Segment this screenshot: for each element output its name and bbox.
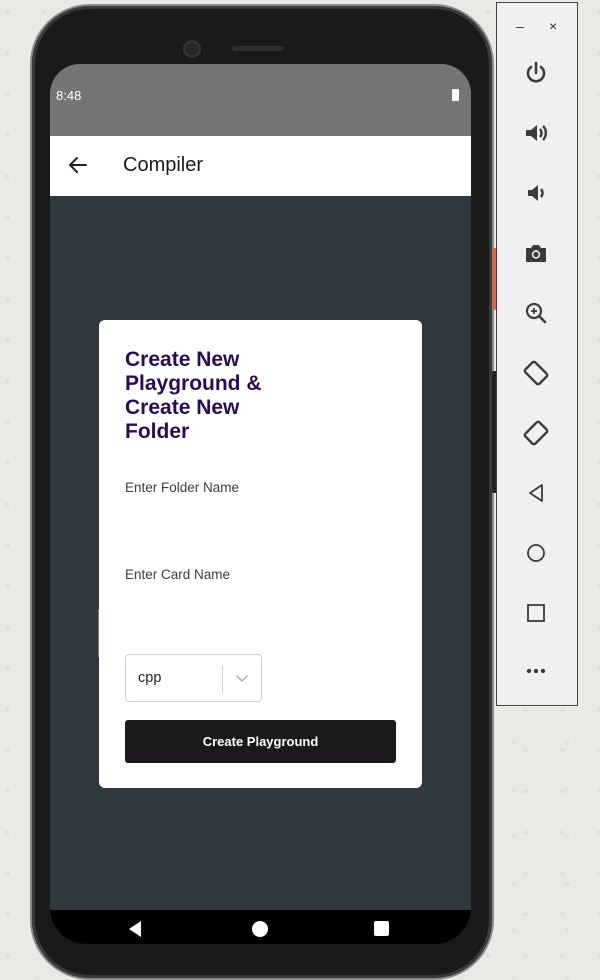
- folder-name-label: Enter Folder Name: [125, 480, 240, 495]
- earpiece-speaker: [232, 46, 284, 51]
- volume-up-button[interactable]: [518, 115, 554, 151]
- camera-icon: [526, 245, 546, 262]
- app-title: Compiler: [123, 154, 204, 176]
- dialog-title-line: Folder: [125, 420, 190, 443]
- volume-down-icon: [528, 185, 544, 201]
- phone-screen: 8:48 Compiler Create New Playground & Cr…: [50, 64, 471, 944]
- phone-frame: 8:48 Compiler Create New Playground & Cr…: [32, 6, 497, 978]
- emulator-back-button[interactable]: [518, 475, 554, 511]
- rotate-right-button[interactable]: [518, 415, 554, 451]
- chevron-down-icon[interactable]: [235, 672, 249, 684]
- more-button[interactable]: [518, 653, 554, 689]
- dialog-title: Create New Playground & Create New Folde…: [125, 348, 305, 444]
- dialog-title-line: Create New: [125, 396, 240, 419]
- dialog-title-line: Playground &: [125, 372, 262, 395]
- emulator-home-button[interactable]: [518, 535, 554, 571]
- battery-icon: [452, 89, 459, 101]
- volume-down-button[interactable]: [518, 175, 554, 211]
- emulator-toolbar: – ×: [496, 2, 578, 706]
- more-icon: [526, 668, 546, 674]
- back-arrow-icon[interactable]: [66, 150, 92, 180]
- select-separator: [222, 665, 223, 693]
- create-playground-dialog: Create New Playground & Create New Folde…: [99, 320, 422, 788]
- volume-up-icon: [526, 125, 548, 141]
- back-icon: [529, 484, 543, 502]
- navigation-bar: [50, 910, 471, 944]
- zoom-icon: [525, 302, 547, 324]
- recents-square-icon[interactable]: [374, 921, 389, 936]
- card-name-input[interactable]: [125, 587, 395, 631]
- zoom-button[interactable]: [518, 295, 554, 331]
- status-time: 8:48: [56, 88, 82, 103]
- create-playground-button[interactable]: Create Playground: [125, 720, 396, 763]
- status-bar: 8:48: [50, 64, 471, 136]
- power-button[interactable]: [518, 55, 554, 91]
- folder-name-input[interactable]: [125, 500, 395, 544]
- language-select[interactable]: cpp: [125, 654, 262, 702]
- overview-icon: [527, 604, 545, 622]
- power-icon: [526, 61, 546, 83]
- app-bar: Compiler: [50, 136, 471, 196]
- screenshot-button[interactable]: [518, 235, 554, 271]
- back-triangle-icon[interactable]: [127, 920, 143, 938]
- home-icon: [527, 544, 545, 562]
- dialog-title-line: Create New: [125, 348, 240, 371]
- close-button[interactable]: ×: [549, 19, 557, 33]
- rotate-right-icon: [523, 420, 549, 446]
- language-select-value: cpp: [138, 670, 162, 686]
- card-name-label: Enter Card Name: [125, 567, 231, 582]
- minimize-button[interactable]: –: [516, 19, 524, 33]
- rotate-left-button[interactable]: [518, 355, 554, 391]
- emulator-overview-button[interactable]: [518, 595, 554, 631]
- rotate-left-icon: [523, 360, 549, 386]
- front-camera: [183, 40, 201, 58]
- home-circle-icon[interactable]: [252, 921, 268, 937]
